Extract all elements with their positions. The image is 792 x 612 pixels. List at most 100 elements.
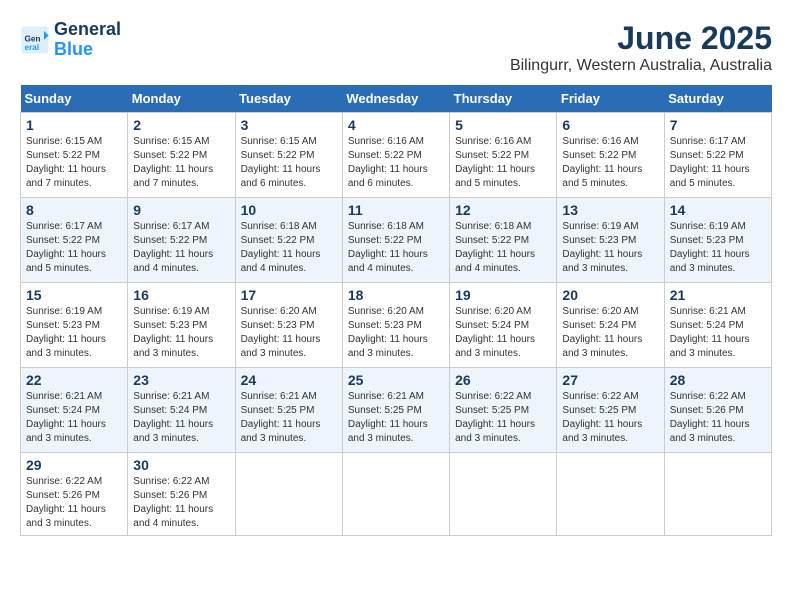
- day-number: 23: [133, 372, 229, 388]
- logo-text-line1: General: [54, 20, 121, 40]
- header-saturday: Saturday: [664, 85, 771, 113]
- day-info: Sunrise: 6:22 AMSunset: 5:26 PMDaylight:…: [670, 391, 750, 444]
- table-row: 22 Sunrise: 6:21 AMSunset: 5:24 PMDaylig…: [21, 368, 128, 453]
- day-info: Sunrise: 6:16 AMSunset: 5:22 PMDaylight:…: [562, 136, 642, 189]
- day-info: Sunrise: 6:17 AMSunset: 5:22 PMDaylight:…: [670, 136, 750, 189]
- day-number: 14: [670, 202, 766, 218]
- day-number: 11: [348, 202, 444, 218]
- logo: Gen eral General Blue: [20, 20, 121, 60]
- day-info: Sunrise: 6:15 AMSunset: 5:22 PMDaylight:…: [133, 136, 213, 189]
- day-number: 26: [455, 372, 551, 388]
- table-row: [235, 453, 342, 536]
- day-info: Sunrise: 6:20 AMSunset: 5:23 PMDaylight:…: [348, 306, 428, 359]
- day-info: Sunrise: 6:21 AMSunset: 5:25 PMDaylight:…: [241, 391, 321, 444]
- day-info: Sunrise: 6:19 AMSunset: 5:23 PMDaylight:…: [26, 306, 106, 359]
- table-row: 29 Sunrise: 6:22 AMSunset: 5:26 PMDaylig…: [21, 453, 128, 536]
- table-row: 14 Sunrise: 6:19 AMSunset: 5:23 PMDaylig…: [664, 198, 771, 283]
- day-info: Sunrise: 6:21 AMSunset: 5:24 PMDaylight:…: [26, 391, 106, 444]
- table-row: 3 Sunrise: 6:15 AMSunset: 5:22 PMDayligh…: [235, 113, 342, 198]
- table-row: 23 Sunrise: 6:21 AMSunset: 5:24 PMDaylig…: [128, 368, 235, 453]
- day-number: 4: [348, 117, 444, 133]
- day-info: Sunrise: 6:21 AMSunset: 5:25 PMDaylight:…: [348, 391, 428, 444]
- day-number: 15: [26, 287, 122, 303]
- table-row: [342, 453, 449, 536]
- day-info: Sunrise: 6:21 AMSunset: 5:24 PMDaylight:…: [670, 306, 750, 359]
- table-row: 17 Sunrise: 6:20 AMSunset: 5:23 PMDaylig…: [235, 283, 342, 368]
- day-number: 20: [562, 287, 658, 303]
- calendar-table: Sunday Monday Tuesday Wednesday Thursday…: [20, 85, 772, 536]
- table-row: 2 Sunrise: 6:15 AMSunset: 5:22 PMDayligh…: [128, 113, 235, 198]
- day-info: Sunrise: 6:15 AMSunset: 5:22 PMDaylight:…: [241, 136, 321, 189]
- table-row: [557, 453, 664, 536]
- day-number: 19: [455, 287, 551, 303]
- day-info: Sunrise: 6:17 AMSunset: 5:22 PMDaylight:…: [26, 221, 106, 274]
- table-row: 20 Sunrise: 6:20 AMSunset: 5:24 PMDaylig…: [557, 283, 664, 368]
- table-row: 13 Sunrise: 6:19 AMSunset: 5:23 PMDaylig…: [557, 198, 664, 283]
- day-info: Sunrise: 6:22 AMSunset: 5:25 PMDaylight:…: [562, 391, 642, 444]
- calendar-week-row: 1 Sunrise: 6:15 AMSunset: 5:22 PMDayligh…: [21, 113, 772, 198]
- table-row: 18 Sunrise: 6:20 AMSunset: 5:23 PMDaylig…: [342, 283, 449, 368]
- day-info: Sunrise: 6:20 AMSunset: 5:23 PMDaylight:…: [241, 306, 321, 359]
- day-number: 27: [562, 372, 658, 388]
- day-info: Sunrise: 6:19 AMSunset: 5:23 PMDaylight:…: [562, 221, 642, 274]
- header-monday: Monday: [128, 85, 235, 113]
- day-number: 16: [133, 287, 229, 303]
- day-number: 30: [133, 457, 229, 473]
- header-sunday: Sunday: [21, 85, 128, 113]
- calendar-week-row: 15 Sunrise: 6:19 AMSunset: 5:23 PMDaylig…: [21, 283, 772, 368]
- day-info: Sunrise: 6:20 AMSunset: 5:24 PMDaylight:…: [562, 306, 642, 359]
- day-info: Sunrise: 6:16 AMSunset: 5:22 PMDaylight:…: [348, 136, 428, 189]
- day-info: Sunrise: 6:20 AMSunset: 5:24 PMDaylight:…: [455, 306, 535, 359]
- table-row: 15 Sunrise: 6:19 AMSunset: 5:23 PMDaylig…: [21, 283, 128, 368]
- day-number: 2: [133, 117, 229, 133]
- calendar-week-row: 8 Sunrise: 6:17 AMSunset: 5:22 PMDayligh…: [21, 198, 772, 283]
- day-number: 29: [26, 457, 122, 473]
- day-number: 1: [26, 117, 122, 133]
- header-thursday: Thursday: [450, 85, 557, 113]
- day-info: Sunrise: 6:21 AMSunset: 5:24 PMDaylight:…: [133, 391, 213, 444]
- table-row: 10 Sunrise: 6:18 AMSunset: 5:22 PMDaylig…: [235, 198, 342, 283]
- day-number: 7: [670, 117, 766, 133]
- day-info: Sunrise: 6:22 AMSunset: 5:25 PMDaylight:…: [455, 391, 535, 444]
- table-row: 12 Sunrise: 6:18 AMSunset: 5:22 PMDaylig…: [450, 198, 557, 283]
- table-row: 24 Sunrise: 6:21 AMSunset: 5:25 PMDaylig…: [235, 368, 342, 453]
- day-number: 25: [348, 372, 444, 388]
- day-info: Sunrise: 6:17 AMSunset: 5:22 PMDaylight:…: [133, 221, 213, 274]
- day-info: Sunrise: 6:18 AMSunset: 5:22 PMDaylight:…: [348, 221, 428, 274]
- table-row: 16 Sunrise: 6:19 AMSunset: 5:23 PMDaylig…: [128, 283, 235, 368]
- table-row: 26 Sunrise: 6:22 AMSunset: 5:25 PMDaylig…: [450, 368, 557, 453]
- day-number: 28: [670, 372, 766, 388]
- table-row: 1 Sunrise: 6:15 AMSunset: 5:22 PMDayligh…: [21, 113, 128, 198]
- day-number: 24: [241, 372, 337, 388]
- day-info: Sunrise: 6:22 AMSunset: 5:26 PMDaylight:…: [26, 476, 106, 529]
- table-row: 21 Sunrise: 6:21 AMSunset: 5:24 PMDaylig…: [664, 283, 771, 368]
- day-number: 21: [670, 287, 766, 303]
- day-info: Sunrise: 6:22 AMSunset: 5:26 PMDaylight:…: [133, 476, 213, 529]
- title-area: June 2025 Bilingurr, Western Australia, …: [510, 20, 772, 75]
- table-row: 27 Sunrise: 6:22 AMSunset: 5:25 PMDaylig…: [557, 368, 664, 453]
- page-header: Gen eral General Blue June 2025 Bilingur…: [20, 20, 772, 75]
- svg-text:eral: eral: [25, 43, 40, 52]
- table-row: [450, 453, 557, 536]
- table-row: 28 Sunrise: 6:22 AMSunset: 5:26 PMDaylig…: [664, 368, 771, 453]
- table-row: 11 Sunrise: 6:18 AMSunset: 5:22 PMDaylig…: [342, 198, 449, 283]
- day-number: 3: [241, 117, 337, 133]
- location-title: Bilingurr, Western Australia, Australia: [510, 57, 772, 75]
- day-number: 12: [455, 202, 551, 218]
- day-number: 18: [348, 287, 444, 303]
- header-wednesday: Wednesday: [342, 85, 449, 113]
- day-number: 22: [26, 372, 122, 388]
- day-number: 8: [26, 202, 122, 218]
- day-info: Sunrise: 6:16 AMSunset: 5:22 PMDaylight:…: [455, 136, 535, 189]
- day-info: Sunrise: 6:19 AMSunset: 5:23 PMDaylight:…: [133, 306, 213, 359]
- header-tuesday: Tuesday: [235, 85, 342, 113]
- table-row: 8 Sunrise: 6:17 AMSunset: 5:22 PMDayligh…: [21, 198, 128, 283]
- day-number: 10: [241, 202, 337, 218]
- month-title: June 2025: [510, 20, 772, 57]
- calendar-header-row: Sunday Monday Tuesday Wednesday Thursday…: [21, 85, 772, 113]
- day-info: Sunrise: 6:18 AMSunset: 5:22 PMDaylight:…: [241, 221, 321, 274]
- day-number: 13: [562, 202, 658, 218]
- day-number: 17: [241, 287, 337, 303]
- day-info: Sunrise: 6:15 AMSunset: 5:22 PMDaylight:…: [26, 136, 106, 189]
- logo-text-line2: Blue: [54, 40, 121, 60]
